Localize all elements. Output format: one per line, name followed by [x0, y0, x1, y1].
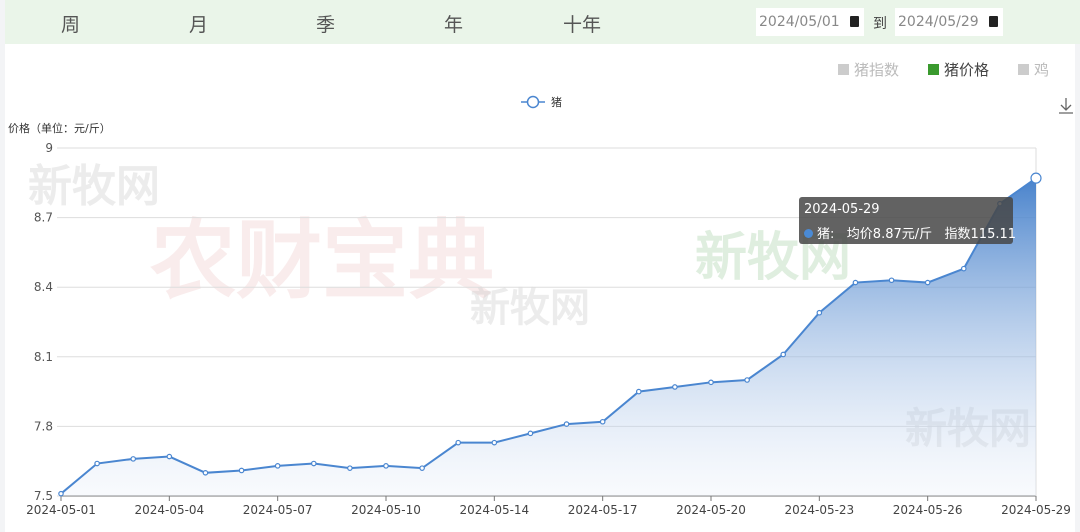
data-point: [672, 384, 678, 390]
data-point: [960, 265, 967, 272]
data-point: [599, 418, 606, 425]
x-tick-label: 2024-05-10: [351, 503, 421, 517]
data-point: [310, 460, 317, 467]
tooltip-index: 指数115.11: [944, 227, 1017, 242]
data-point: [1030, 172, 1042, 184]
data-point: [419, 465, 425, 471]
data-point: [383, 463, 389, 469]
price-chart: 7.5 7.8 8.1 8.4 8.7 9 价格（单位：元/斤） 2024-05-01 2024…: [8, 95, 1073, 517]
x-tick-label: 2024-05-17: [568, 503, 638, 517]
legend-marker-icon: [526, 95, 540, 109]
tooltip-price: 均价8.87元/斤: [846, 227, 933, 242]
data-point: [347, 465, 353, 471]
data-point: [888, 277, 895, 284]
data-point: [166, 453, 173, 460]
y-tick-label: 8.1: [34, 350, 53, 364]
x-tick-label: 2024-05-29: [1001, 503, 1071, 517]
data-point: [924, 279, 931, 286]
data-point: [274, 463, 281, 469]
data-point: [816, 309, 823, 316]
data-point: [744, 377, 750, 383]
data-point: [527, 430, 534, 437]
data-point: [238, 467, 245, 474]
x-tick-label: 2024-05-04: [134, 503, 204, 517]
y-tick-label: 8.7: [34, 211, 53, 225]
data-point: [455, 439, 462, 446]
data-point: [563, 421, 570, 427]
data-point: [130, 456, 137, 462]
series-dot-icon: [804, 229, 813, 238]
x-tick-label: 2024-05-26: [893, 503, 963, 517]
tooltip-date: 2024-05-29: [804, 202, 880, 217]
y-tick-label: 7.5: [34, 489, 53, 503]
x-tick-label: 2024-05-01: [26, 503, 96, 517]
tooltip: 2024-05-29 猪: 均价8.87元/斤 指数115.11: [799, 197, 1016, 244]
data-point: [491, 439, 498, 446]
data-point: [202, 469, 209, 476]
y-tick-label: 7.8: [34, 419, 53, 433]
data-point: [58, 490, 64, 497]
tooltip-series: 猪:: [817, 227, 835, 242]
download-icon[interactable]: [1059, 98, 1073, 114]
legend-label: 猪: [551, 96, 562, 109]
y-axis-label: 价格（单位：元/斤）: [8, 121, 111, 135]
y-tick-label: 9: [45, 141, 53, 155]
data-point: [780, 351, 787, 358]
x-tick-label: 2024-05-20: [676, 503, 746, 517]
data-point: [94, 460, 100, 467]
x-tick-label: 2024-05-14: [459, 503, 529, 517]
data-point: [708, 379, 714, 386]
data-point: [852, 279, 859, 286]
x-tick-label: 2024-05-07: [243, 503, 313, 517]
data-point: [635, 388, 642, 395]
x-tick-label: 2024-05-23: [784, 503, 854, 517]
y-tick-label: 8.4: [34, 280, 53, 294]
